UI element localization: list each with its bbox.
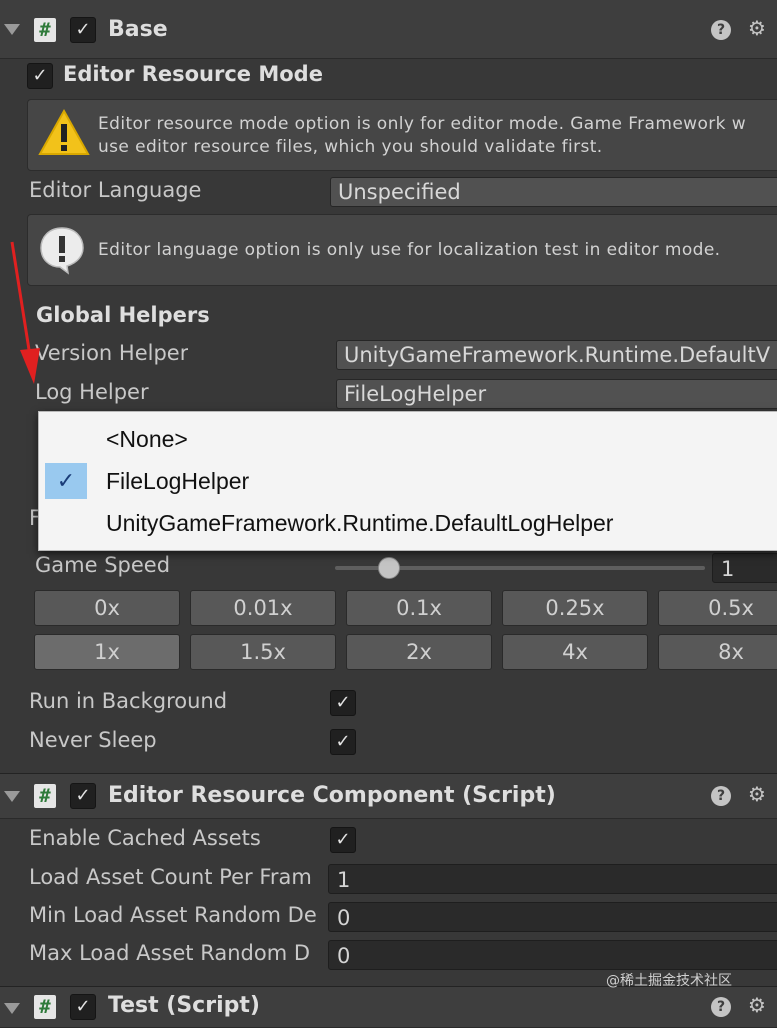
log-helper-label: Log Helper (35, 380, 149, 404)
annotation-arrow-icon (10, 241, 40, 384)
game-speed-slider-handle[interactable] (378, 557, 400, 579)
checkmark-icon: ✓ (45, 463, 87, 499)
max-load-random-field[interactable]: 0 (328, 940, 777, 970)
log-helper-dropdown[interactable]: FileLogHelper (336, 379, 777, 409)
dropdown-option-label: <None> (106, 426, 188, 452)
speed-button[interactable]: 0.01x (190, 590, 336, 626)
help-icon[interactable]: ? (711, 786, 731, 806)
settings-sliders-icon[interactable]: ⚙ (748, 16, 766, 40)
warning-text-line2: use editor resource files, which you sho… (98, 137, 603, 157)
watermark-text: @稀土掘金技术社区 (606, 973, 732, 989)
max-load-random-label: Max Load Asset Random D (29, 941, 311, 965)
run-in-background-label: Run in Background (29, 689, 228, 713)
speed-button[interactable]: 0.1x (346, 590, 492, 626)
base-component-header[interactable]: # ✓ Base ? ⚙ (0, 0, 777, 59)
warning-text-line1: Editor resource mode option is only for … (98, 114, 747, 134)
info-icon (40, 227, 84, 275)
editor-language-dropdown[interactable]: Unspecified (330, 177, 777, 207)
test-title: Test (Script) (108, 993, 260, 1018)
speed-button[interactable]: 2x (346, 634, 492, 670)
load-asset-count-label: Load Asset Count Per Fram (29, 865, 312, 889)
version-helper-dropdown[interactable]: UnityGameFramework.Runtime.DefaultV (336, 340, 777, 370)
base-enabled-checkbox[interactable]: ✓ (70, 17, 96, 43)
enable-cached-assets-label: Enable Cached Assets (29, 826, 261, 850)
speed-button[interactable]: 0.5x (658, 590, 777, 626)
version-helper-label: Version Helper (35, 341, 189, 365)
help-icon[interactable]: ? (711, 997, 731, 1017)
enable-cached-assets-checkbox[interactable]: ✓ (330, 827, 356, 853)
base-title: Base (108, 17, 168, 42)
speed-button[interactable]: 0x (34, 590, 180, 626)
info-text: Editor language option is only use for l… (98, 240, 721, 260)
game-speed-label: Game Speed (35, 553, 171, 577)
editor-resource-component-enabled-checkbox[interactable]: ✓ (70, 783, 96, 809)
settings-sliders-icon[interactable]: ⚙ (748, 993, 766, 1017)
editor-resource-mode-checkbox[interactable]: ✓ (27, 63, 53, 89)
min-load-random-field[interactable]: 0 (328, 902, 777, 932)
speed-button[interactable]: 1x (34, 634, 180, 670)
dropdown-option-label: FileLogHelper (106, 468, 250, 494)
global-helpers-header: Global Helpers (36, 303, 210, 327)
run-in-background-checkbox[interactable]: ✓ (330, 690, 356, 716)
test-enabled-checkbox[interactable]: ✓ (70, 994, 96, 1020)
never-sleep-label: Never Sleep (29, 728, 157, 752)
foldout-arrow-icon[interactable] (4, 1003, 20, 1014)
game-speed-value-field[interactable]: 1 (712, 553, 777, 583)
speed-button[interactable]: 0.25x (502, 590, 648, 626)
editor-language-info-box: Editor language option is only use for l… (27, 214, 777, 286)
speed-button[interactable]: 4x (502, 634, 648, 670)
dropdown-option-none[interactable]: <None> (39, 418, 777, 460)
never-sleep-checkbox[interactable]: ✓ (330, 729, 356, 755)
dropdown-option-filelog[interactable]: ✓ FileLogHelper (39, 460, 777, 502)
help-icon[interactable]: ? (711, 20, 731, 40)
log-helper-dropdown-menu[interactable]: <None> ✓ FileLogHelper UnityGameFramewor… (38, 411, 777, 551)
speed-button[interactable]: 1.5x (190, 634, 336, 670)
script-icon: # (34, 995, 56, 1019)
warning-icon (38, 108, 90, 155)
script-icon: # (34, 18, 56, 42)
min-load-random-label: Min Load Asset Random De (29, 903, 317, 927)
foldout-arrow-icon[interactable] (4, 791, 20, 802)
test-component-header[interactable]: # ✓ Test (Script) ? ⚙ (0, 986, 777, 1028)
dropdown-option-label: UnityGameFramework.Runtime.DefaultLogHel… (106, 510, 614, 536)
settings-sliders-icon[interactable]: ⚙ (748, 782, 766, 806)
editor-language-label: Editor Language (29, 178, 202, 202)
script-icon: # (34, 784, 56, 808)
editor-resource-component-header[interactable]: # ✓ Editor Resource Component (Script) ?… (0, 773, 777, 819)
editor-resource-component-title: Editor Resource Component (Script) (108, 783, 556, 808)
load-asset-count-field[interactable]: 1 (328, 864, 777, 894)
foldout-arrow-icon[interactable] (4, 24, 20, 35)
speed-button[interactable]: 8x (658, 634, 777, 670)
editor-resource-mode-warning-box: Editor resource mode option is only for … (27, 99, 777, 171)
dropdown-option-defaultlog[interactable]: UnityGameFramework.Runtime.DefaultLogHel… (39, 502, 777, 544)
editor-resource-mode-label: Editor Resource Mode (63, 62, 323, 86)
